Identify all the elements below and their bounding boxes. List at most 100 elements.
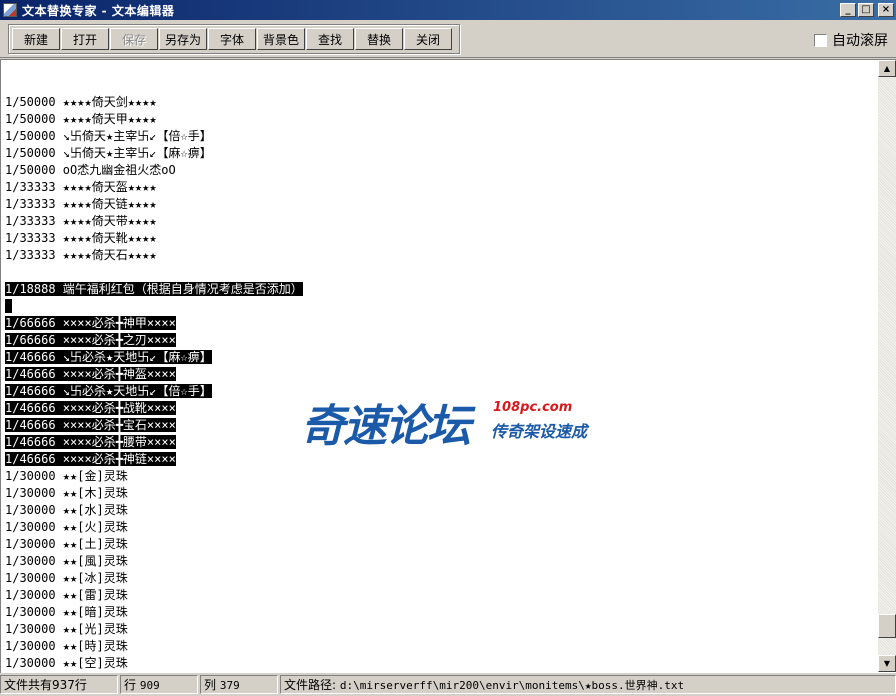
line-text: 1/50000 ★★★★倚天剑★★★★ xyxy=(5,95,157,109)
editor-line[interactable]: 1/33333 ★★★★倚天盔★★★★ xyxy=(5,179,871,196)
editor-line[interactable]: 1/30000 ★★[暗]灵珠 xyxy=(5,604,871,621)
status-path-value: d:\mirserverff\mir200\envir\monitems\★bo… xyxy=(339,679,685,692)
line-text: 1/30000 ★★[水]灵珠 xyxy=(5,503,128,517)
status-col-value: 379 xyxy=(219,679,240,692)
line-text: 1/50000 ↘卐倚天★主宰卐↙【倍☆手】 xyxy=(5,129,212,143)
editor-line[interactable]: 1/46666 ↘卐必杀★天地卐↙【麻☆痹】 xyxy=(5,349,871,366)
status-col-label: 列 xyxy=(204,678,217,692)
selected-line-text: 1/46666 ××××必杀╋宝石×××× xyxy=(5,418,176,432)
editor-line[interactable]: 1/33333 ★★★★倚天靴★★★★ xyxy=(5,230,871,247)
watermark-site: 108pc.com xyxy=(493,400,573,415)
editor-line[interactable]: 1/30000 ★★[冰]灵珠 xyxy=(5,570,871,587)
status-row-label: 行 xyxy=(124,678,137,692)
editor-line[interactable]: 1/50000 ↘卐倚天★主宰卐↙【倍☆手】 xyxy=(5,128,871,145)
line-text: 1/50000 ↘卐倚天★主宰卐↙【麻☆痹】 xyxy=(5,146,212,160)
editor-line[interactable]: 1/30000 ★★[光]灵珠 xyxy=(5,621,871,638)
editor-line[interactable]: 1/33333 ★★★★倚天链★★★★ xyxy=(5,196,871,213)
editor-line[interactable]: 1/30000 ★★[土]灵珠 xyxy=(5,536,871,553)
line-text: 1/33333 ★★★★倚天靴★★★★ xyxy=(5,231,157,245)
scroll-down-button[interactable]: ▼ xyxy=(878,655,896,672)
line-text: 1/33333 ★★★★倚天石★★★★ xyxy=(5,248,157,262)
line-text: 1/30000 ★★[火]灵珠 xyxy=(5,520,128,534)
status-path-label: 文件路径: xyxy=(284,678,337,692)
status-row: 行 909 xyxy=(120,675,198,694)
window-title: 文本替换专家 - 文本编辑器 xyxy=(22,3,175,18)
editor-line[interactable]: 1/50000 ↘卐倚天★主宰卐↙【麻☆痹】 xyxy=(5,145,871,162)
line-text: 1/33333 ★★★★倚天带★★★★ xyxy=(5,214,157,228)
title-bar[interactable]: 文本替换专家 - 文本编辑器 _ □ × xyxy=(0,0,896,20)
font-button[interactable]: 字体 xyxy=(208,28,256,50)
status-total-lines: 文件共有937行 xyxy=(0,675,118,694)
line-text: 1/30000 ★★[空]灵珠 xyxy=(5,656,128,670)
autoscroll-checkbox[interactable] xyxy=(814,33,827,47)
text-editor[interactable]: 1/50000 ★★★★倚天剑★★★★ 1/50000 ★★★★倚天甲★★★★ 1/… xyxy=(0,59,896,673)
selected-line-text: 1/46666 ××××必杀╋战靴×××× xyxy=(5,401,176,415)
save-as-button[interactable]: 另存为 xyxy=(159,28,207,50)
window-controls: _ □ × xyxy=(840,3,894,17)
editor-line[interactable]: 1/30000 ★★[空]灵珠 xyxy=(5,655,871,672)
editor-line[interactable]: 1/30000 ★★[雷]灵珠 xyxy=(5,587,871,604)
editor-line[interactable]: 1/18888 端午福利红包（根据自身情况考虑是否添加） xyxy=(5,281,871,298)
status-bar: 文件共有937行 行 909 列 379 文件路径: d:\mirserverf… xyxy=(0,673,896,696)
watermark: 奇速论坛 108pc.com 传奇架设速成 xyxy=(301,390,601,452)
vertical-scrollbar[interactable]: ▲ ▼ xyxy=(878,60,896,672)
new-button[interactable]: 新建 xyxy=(12,28,60,50)
editor-line[interactable]: 1/33333 ★★★★倚天石★★★★ xyxy=(5,247,871,264)
line-text: 1/30000 ★★[金]灵珠 xyxy=(5,469,128,483)
editor-line[interactable]: 1/30000 ★★[木]灵珠 xyxy=(5,485,871,502)
status-row-value: 909 xyxy=(139,679,160,692)
open-button[interactable]: 打开 xyxy=(61,28,109,50)
selected-line-text: 1/66666 ××××必杀╋神甲×××× xyxy=(5,316,176,330)
line-text: 1/30000 ★★[時]灵珠 xyxy=(5,639,128,653)
selected-line-text: 1/46666 ↘卐必杀★天地卐↙【倍☆手】 xyxy=(5,384,212,398)
line-text: 1/30000 ★★[暗]灵珠 xyxy=(5,605,128,619)
scrollbar-thumb[interactable] xyxy=(878,614,896,638)
close-window-button[interactable]: × xyxy=(878,3,894,17)
editor-line[interactable]: 1/50000 ★★★★倚天剑★★★★ xyxy=(5,94,871,111)
line-text: 1/30000 ★★[木]灵珠 xyxy=(5,486,128,500)
editor-line[interactable]: 1/30000 ★★[火]灵珠 xyxy=(5,519,871,536)
editor-line[interactable]: 1/30000 ★★[水]灵珠 xyxy=(5,502,871,519)
selected-line-text: 1/18888 端午福利红包（根据自身情况考虑是否添加） xyxy=(5,282,303,296)
line-text: 1/30000 ★★[風]灵珠 xyxy=(5,554,128,568)
toolbar: 新建 打开 保存 另存为 字体 背景色 查找 替换 关闭 自动滚屏 xyxy=(0,20,896,58)
line-text: 1/30000 ★★[光]灵珠 xyxy=(5,622,128,636)
replace-button[interactable]: 替换 xyxy=(355,28,403,50)
editor-line[interactable]: 1/50000 ★★★★倚天甲★★★★ xyxy=(5,111,871,128)
editor-line[interactable]: 1/66666 ××××必杀╋之刃×××× xyxy=(5,332,871,349)
line-text: 1/50000 oO怸九幽金祖火怸oO xyxy=(5,163,176,177)
editor-line[interactable]: 1/66666 ××××必杀╋神甲×××× xyxy=(5,315,871,332)
editor-line[interactable] xyxy=(5,264,871,281)
selected-line-text: 1/46666 ↘卐必杀★天地卐↙【麻☆痹】 xyxy=(5,350,212,364)
selected-line-text: 1/46666 ××××必杀╋腰带×××× xyxy=(5,435,176,449)
toolbar-button-group: 新建 打开 保存 另存为 字体 背景色 查找 替换 关闭 xyxy=(8,24,460,54)
line-text: 1/33333 ★★★★倚天盔★★★★ xyxy=(5,180,157,194)
line-text: 1/30000 ★★[雷]灵珠 xyxy=(5,588,128,602)
close-file-button[interactable]: 关闭 xyxy=(404,28,452,50)
selected-line-text: 1/66666 ××××必杀╋之刃×××× xyxy=(5,333,176,347)
watermark-subtitle: 传奇架设速成 xyxy=(491,422,588,441)
editor-line[interactable]: 1/30000 ★★[時]灵珠 xyxy=(5,638,871,655)
watermark-logo-text: 奇速论坛 xyxy=(301,401,471,452)
scroll-up-button[interactable]: ▲ xyxy=(878,60,896,77)
editor-lines[interactable]: 1/50000 ★★★★倚天剑★★★★ 1/50000 ★★★★倚天甲★★★★ 1/… xyxy=(5,94,871,672)
editor-line[interactable]: 1/30000 ★★[風]灵珠 xyxy=(5,553,871,570)
selected-line-text xyxy=(5,299,13,313)
editor-line[interactable]: 1/30000 ★★[金]灵珠 xyxy=(5,468,871,485)
editor-line[interactable]: 1/33333 ★★★★倚天带★★★★ xyxy=(5,213,871,230)
maximize-button[interactable]: □ xyxy=(858,3,874,17)
minimize-button[interactable]: _ xyxy=(840,3,856,17)
autoscroll-toggle[interactable]: 自动滚屏 xyxy=(814,30,888,50)
selected-line-text: 1/46666 ××××必杀╋神链×××× xyxy=(5,452,176,466)
line-text: 1/50000 ★★★★倚天甲★★★★ xyxy=(5,112,157,126)
editor-line[interactable] xyxy=(5,298,871,315)
line-text: 1/30000 ★★[土]灵珠 xyxy=(5,537,128,551)
save-button[interactable]: 保存 xyxy=(110,28,158,50)
editor-line[interactable]: 1/46666 ××××必杀╋神盔×××× xyxy=(5,366,871,383)
autoscroll-label: 自动滚屏 xyxy=(832,33,888,49)
selected-line-text: 1/46666 ××××必杀╋神盔×××× xyxy=(5,367,176,381)
background-color-button[interactable]: 背景色 xyxy=(257,28,305,50)
editor-line[interactable]: 1/50000 oO怸九幽金祖火怸oO xyxy=(5,162,871,179)
line-text: 1/30000 ★★[冰]灵珠 xyxy=(5,571,128,585)
find-button[interactable]: 查找 xyxy=(306,28,354,50)
